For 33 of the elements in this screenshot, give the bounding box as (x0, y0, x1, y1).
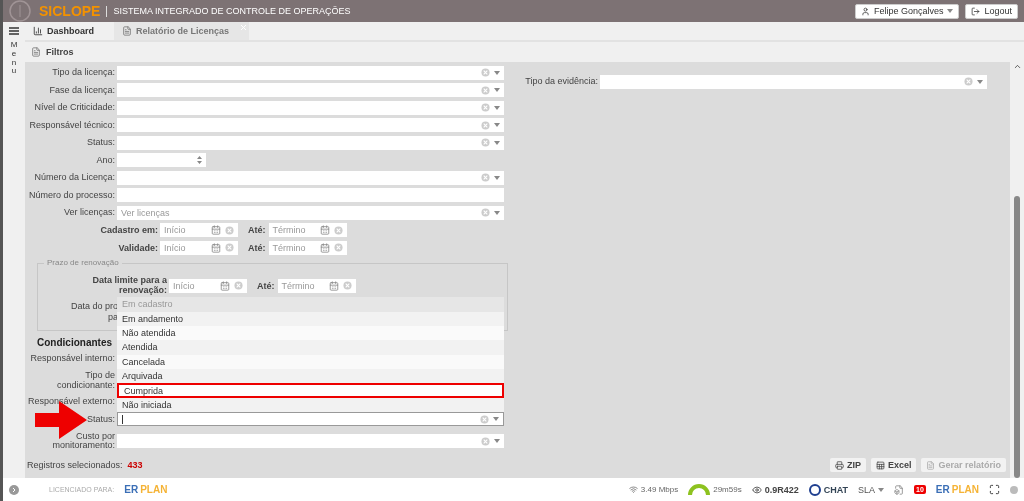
field-label: Ver licenças: (62, 208, 116, 218)
field-label: Tipo da evidência: (524, 77, 599, 87)
field-label: Ano: (95, 155, 116, 165)
field-label: Validade: (117, 242, 159, 253)
network-speed: 3.49 Mbps (628, 485, 679, 494)
app-title: SISTEMA INTEGRADO DE CONTROLE DE OPERAÇÕES (113, 6, 352, 16)
field-label: Responsável externo: (26, 397, 116, 407)
app-logo: SICLOPE (39, 3, 101, 19)
fieldset-legend: Prazo de renovação (44, 257, 122, 267)
field-label: Tipo da licença: (51, 68, 116, 78)
field-label: Número do processo: (27, 190, 116, 200)
field-label: Tipo de condicionante: (55, 371, 116, 390)
session-timer: 29m59s (688, 484, 742, 495)
field-label: Responsável técnico: (28, 120, 116, 130)
field-label: Nível de Criticidade: (33, 103, 116, 113)
field-label: Status: (86, 138, 116, 148)
field-label: Fase da licença: (48, 85, 116, 95)
field-label: Custo por monitoramento: (51, 431, 116, 451)
field-label: Cadastro em: (99, 225, 159, 236)
field-label: Data limite para a renovação: (91, 275, 168, 296)
version-label: 0.9R422 (751, 484, 799, 495)
field-label: Status: (86, 414, 116, 424)
section-heading: Condicionantes (37, 335, 112, 350)
erplan-logo: ER PLAN (124, 484, 168, 495)
field-label: Responsável interno: (29, 354, 116, 364)
erplan-logo: ER PLAN (935, 484, 979, 495)
records-count: 433 (127, 460, 143, 470)
records-label: Registros selecionados: (27, 460, 123, 470)
field-label: Até: (248, 242, 266, 253)
field-label: Número da Licença: (33, 173, 116, 183)
section-title: Filtros (46, 47, 74, 57)
field-label: Até: (248, 225, 266, 236)
field-label: Até: (257, 280, 275, 291)
